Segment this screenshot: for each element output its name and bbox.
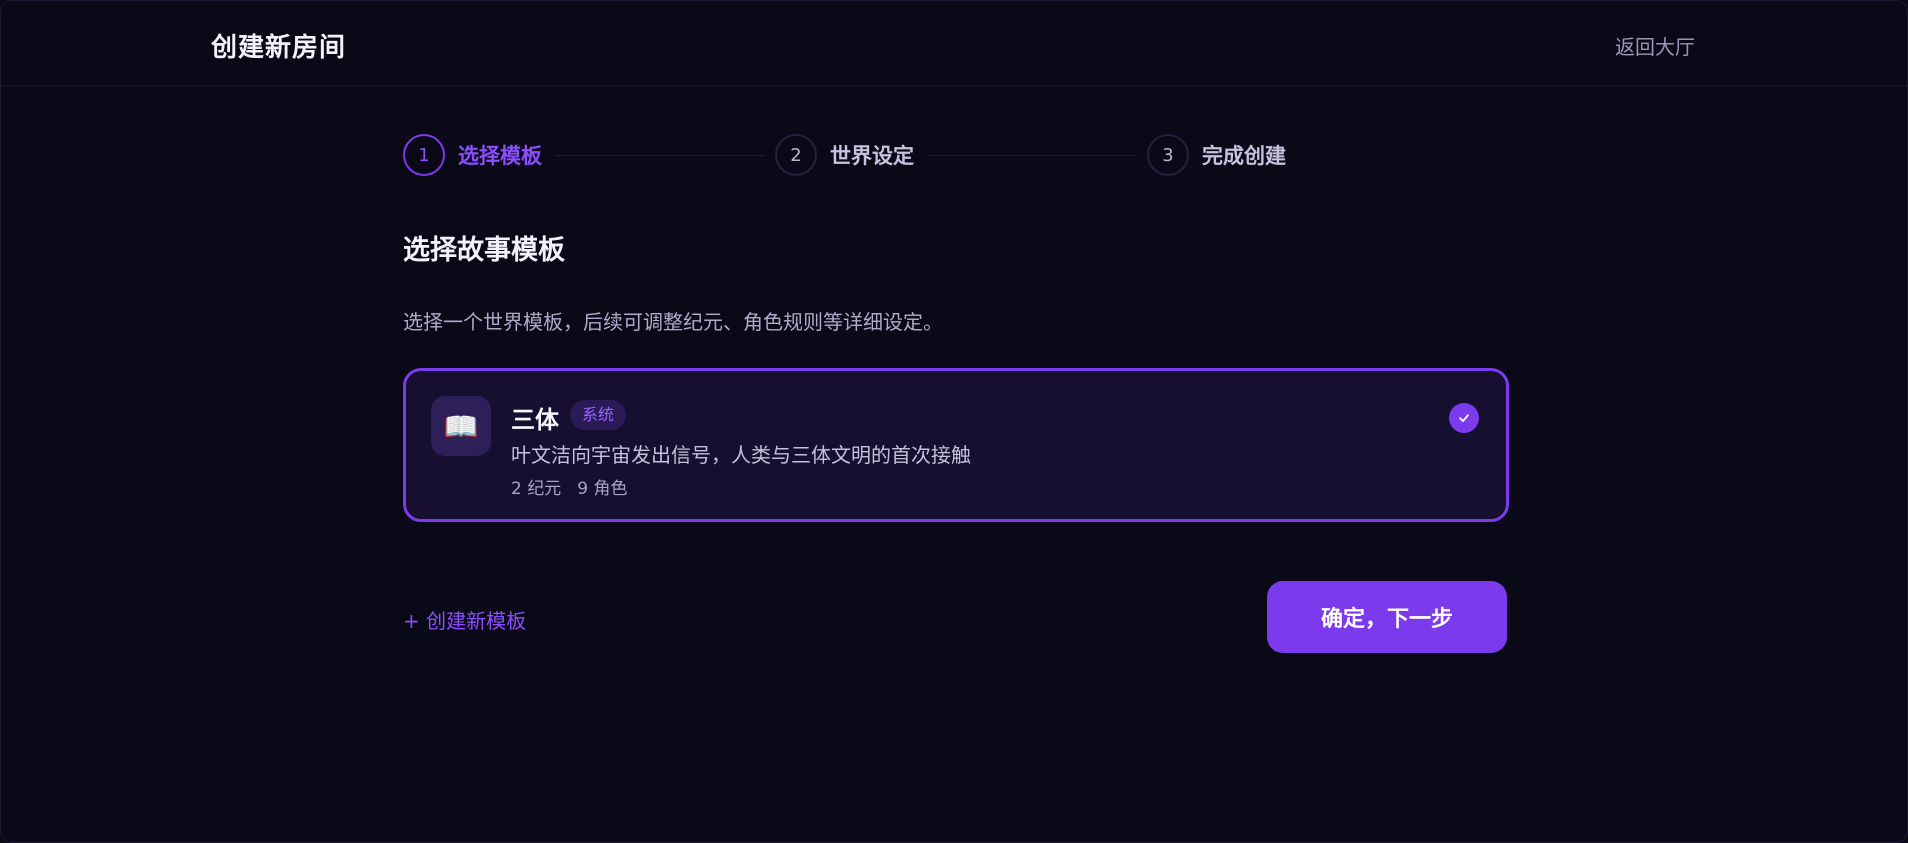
create-template-link[interactable]: + 创建新模板 — [403, 605, 526, 634]
section-description: 选择一个世界模板，后续可调整纪元、角色规则等详细设定。 — [403, 310, 943, 334]
role-count: 9 角色 — [577, 479, 628, 499]
step-finish-create[interactable]: 3 完成创建 — [1147, 134, 1286, 176]
step-number: 3 — [1147, 134, 1189, 176]
step-label: 选择模板 — [458, 144, 542, 168]
step-connector — [555, 155, 765, 156]
system-badge: 系统 — [570, 400, 627, 430]
top-bar: 创建新房间 返回大厅 — [1, 1, 1907, 86]
era-count: 2 纪元 — [511, 479, 562, 499]
template-description: 叶文洁向宇宙发出信号，人类与三体文明的首次接触 — [511, 443, 971, 467]
page-title: 创建新房间 — [211, 33, 347, 63]
step-label: 完成创建 — [1202, 144, 1286, 168]
step-connector — [927, 155, 1137, 156]
open-book-icon: 📖 — [431, 396, 491, 456]
step-world-settings[interactable]: 2 世界设定 — [775, 134, 914, 176]
step-label: 世界设定 — [830, 144, 914, 168]
template-name: 三体 — [511, 406, 559, 434]
step-select-template[interactable]: 1 选择模板 — [403, 134, 542, 176]
section-title: 选择故事模板 — [403, 235, 565, 266]
checkmark-glyph — [1459, 414, 1469, 422]
template-meta: 2 纪元 9 角色 — [511, 474, 643, 499]
confirm-next-button[interactable]: 确定，下一步 — [1267, 581, 1507, 653]
app-window: 创建新房间 返回大厅 1 选择模板 2 世界设定 3 完成创建 选择故事模板 选… — [0, 0, 1908, 843]
stepper: 1 选择模板 2 世界设定 3 完成创建 — [403, 134, 1303, 176]
step-number: 1 — [403, 134, 445, 176]
step-number: 2 — [775, 134, 817, 176]
back-to-lobby-link[interactable]: 返回大厅 — [1615, 31, 1695, 60]
check-icon — [1449, 403, 1479, 433]
template-card-three-body[interactable]: 📖 三体 系统 叶文洁向宇宙发出信号，人类与三体文明的首次接触 2 纪元 9 角色 — [403, 368, 1509, 522]
